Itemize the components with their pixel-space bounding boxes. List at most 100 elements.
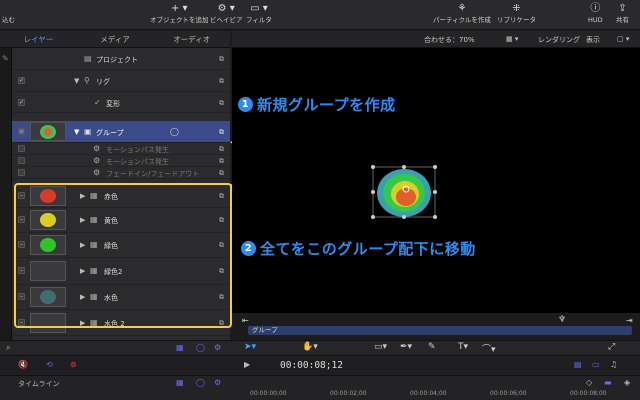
rig-icon: ⚲ <box>84 76 90 85</box>
layer-row-project[interactable]: ▤ プロジェクト ⧉ <box>12 48 230 70</box>
in-point-icon[interactable]: ⇤ <box>242 316 249 325</box>
share-button[interactable]: ⇪ 共有 <box>616 2 629 25</box>
layout-icon[interactable]: ▢ ▾ <box>617 35 629 43</box>
behaviors-button[interactable]: ⚙ ▾ ビヘイビア <box>210 2 243 25</box>
behavior-row[interactable]: ⚙ フェードイン/フェードアウト ⧉ <box>12 167 230 179</box>
color-channel-icon[interactable]: ▦ ▾ <box>506 35 518 43</box>
rectangle-tool-icon[interactable]: ▭▾ <box>374 342 387 352</box>
circle-icon[interactable]: ◯ <box>196 343 205 352</box>
grid-icon[interactable]: ▦ <box>176 343 184 352</box>
replicator-icon: ⁜ <box>512 3 521 14</box>
zoom-out-icon[interactable]: ◇ <box>586 378 592 387</box>
share-icon: ⇪ <box>618 3 627 14</box>
view-menu[interactable]: 表示 <box>586 35 600 45</box>
zoom-in-icon[interactable]: ◈ <box>624 378 630 387</box>
lock-icon[interactable]: ⧉ <box>219 169 224 178</box>
play-icon[interactable]: ▶ <box>244 360 250 369</box>
canvas-header: 合わせる：70% ▦ ▾ レンダリング 表示 ▢ ▾ <box>232 31 640 48</box>
timeline-tick: 00:00:08;00 <box>570 390 607 397</box>
left-strip: ✎ <box>0 48 12 340</box>
record-icon[interactable]: ⊚ <box>70 360 77 369</box>
layers-footer: ⌕ ▦ ◯ ⚙ <box>0 340 232 355</box>
audio-icon[interactable]: ♫ <box>610 360 617 369</box>
pen-tool-icon[interactable]: ✒▾ <box>400 342 412 352</box>
fit-menu[interactable]: 合わせる：70% <box>424 35 475 45</box>
layer-checkbox[interactable] <box>18 145 25 152</box>
thumb-blob <box>44 128 52 136</box>
layer-checkbox[interactable] <box>18 169 25 176</box>
layer-checkbox[interactable]: ✓ <box>18 77 25 84</box>
zoom-slider[interactable]: ▬ <box>604 378 612 387</box>
circle-icon: ◯ <box>170 127 179 136</box>
lock-icon[interactable]: ⧉ <box>219 128 224 137</box>
layer-row-transform[interactable]: ✓ ✓ 変形 ⧉ <box>12 92 230 113</box>
out-point-icon[interactable]: ⇥ <box>626 316 633 325</box>
lock-icon[interactable]: ⧉ <box>219 55 224 64</box>
circle-icon[interactable]: ◯ <box>196 378 205 387</box>
group-thumbnail <box>30 122 66 141</box>
transport-bar: 🔇 ⟲ ⊚ ▶ 00:00:08;12 ▤ ▭ ♫ <box>0 355 640 375</box>
tab-layers[interactable]: レイヤー <box>0 31 77 47</box>
select-tool-icon[interactable]: ➤▾ <box>244 342 256 352</box>
gear-icon[interactable]: ⚙ <box>214 378 221 387</box>
behavior-row[interactable]: ⚙ モーションパス発生 ⧉ <box>12 155 230 167</box>
hud-icon: ⓘ <box>590 3 601 14</box>
timeline-label: タイムライン <box>18 380 60 388</box>
pin-icon[interactable]: ✎ <box>2 54 9 63</box>
mute-icon[interactable]: 🔇 <box>18 360 28 369</box>
document-icon: ▤ <box>84 54 92 63</box>
replicate-button[interactable]: ⁜ リプリケータ <box>497 2 536 25</box>
import-button[interactable]: 込む <box>2 2 15 25</box>
timeline-tick: 00:00:02;00 <box>330 390 367 397</box>
gear-icon[interactable]: ⚙ <box>214 343 221 352</box>
layers-panel-tabs: レイヤー メディア オーディオ <box>0 31 230 48</box>
behavior-icon: ⚙ <box>93 168 101 177</box>
layer-row-rig[interactable]: ✓ ▼ ⚲ リグ ⧉ <box>12 70 230 92</box>
paint-tool-icon[interactable]: ✎ <box>428 342 436 352</box>
layer-checkbox[interactable] <box>18 157 25 164</box>
add-object-button[interactable]: + ▾ オブジェクトを追加 <box>150 2 209 25</box>
timeline-tick: 00:00:00;00 <box>250 390 287 397</box>
lock-icon[interactable]: ⧉ <box>219 145 224 154</box>
timeline-tick: 00:00:06;00 <box>490 390 527 397</box>
layer-checkbox[interactable]: – <box>18 128 25 135</box>
behavior-icon: ⚙ <box>93 156 101 165</box>
layer-checkbox[interactable]: ✓ <box>18 99 25 106</box>
gear-icon: ⚙ ▾ <box>217 3 235 14</box>
canvas-toolbar: ➤▾ ✋▾ ▭▾ ✒▾ ✎ T▾ ⌒▾ ⤢ <box>232 340 640 355</box>
text-tool-icon[interactable]: T▾ <box>458 342 468 352</box>
group-timeline-bar[interactable]: グループ <box>248 326 632 335</box>
playhead-icon[interactable]: ♆ <box>558 315 566 325</box>
film-icon[interactable]: ▤ <box>574 360 582 369</box>
mask-tool-icon[interactable]: ⌒▾ <box>482 342 496 355</box>
annotation-1: 1 新規グループを作成 <box>238 94 396 115</box>
grid-icon[interactable]: ▦ <box>176 378 184 387</box>
loop-icon[interactable]: ⟲ <box>46 360 53 369</box>
annotation-2: 2 全てをこのグループ配下に移動 <box>241 238 476 259</box>
hand-tool-icon[interactable]: ✋▾ <box>302 342 318 352</box>
particle-group[interactable] <box>370 162 440 222</box>
behavior-row[interactable]: ⚙ モーションパス発生 ⧉ <box>12 143 230 155</box>
behavior-icon: ⚙ <box>93 144 101 153</box>
expand-icon[interactable]: ⤢ <box>608 342 615 352</box>
timecode-display[interactable]: 00:00:08;12 <box>280 360 343 371</box>
tab-audio[interactable]: オーディオ <box>153 31 230 47</box>
tab-media[interactable]: メディア <box>77 31 154 47</box>
particle-icon: ⚘ <box>457 3 467 14</box>
canvas-viewer[interactable] <box>232 48 640 313</box>
mini-timeline-icon[interactable]: ▭ <box>592 360 600 369</box>
search-icon[interactable]: ⌕ <box>6 343 10 353</box>
filters-button[interactable]: ▭ ▾ フィルタ <box>246 2 272 25</box>
make-particles-button[interactable]: ⚘ パーティクルを作成 <box>433 2 491 25</box>
filter-icon: ▭ ▾ <box>250 3 268 14</box>
lock-icon[interactable]: ⧉ <box>219 157 224 166</box>
layer-row-group[interactable]: – ▼ ▣ グループ ◯ ⧉ <box>12 121 230 143</box>
disclosure-triangle-icon[interactable]: ▼ <box>74 128 79 136</box>
transform-icon: ✓ <box>94 98 101 107</box>
render-menu[interactable]: レンダリング <box>538 35 580 45</box>
lock-icon[interactable]: ⧉ <box>219 99 224 108</box>
disclosure-triangle-icon[interactable]: ▼ <box>74 77 79 85</box>
highlight-box <box>14 183 232 328</box>
hud-button[interactable]: ⓘ HUD <box>588 2 603 25</box>
lock-icon[interactable]: ⧉ <box>219 77 224 86</box>
